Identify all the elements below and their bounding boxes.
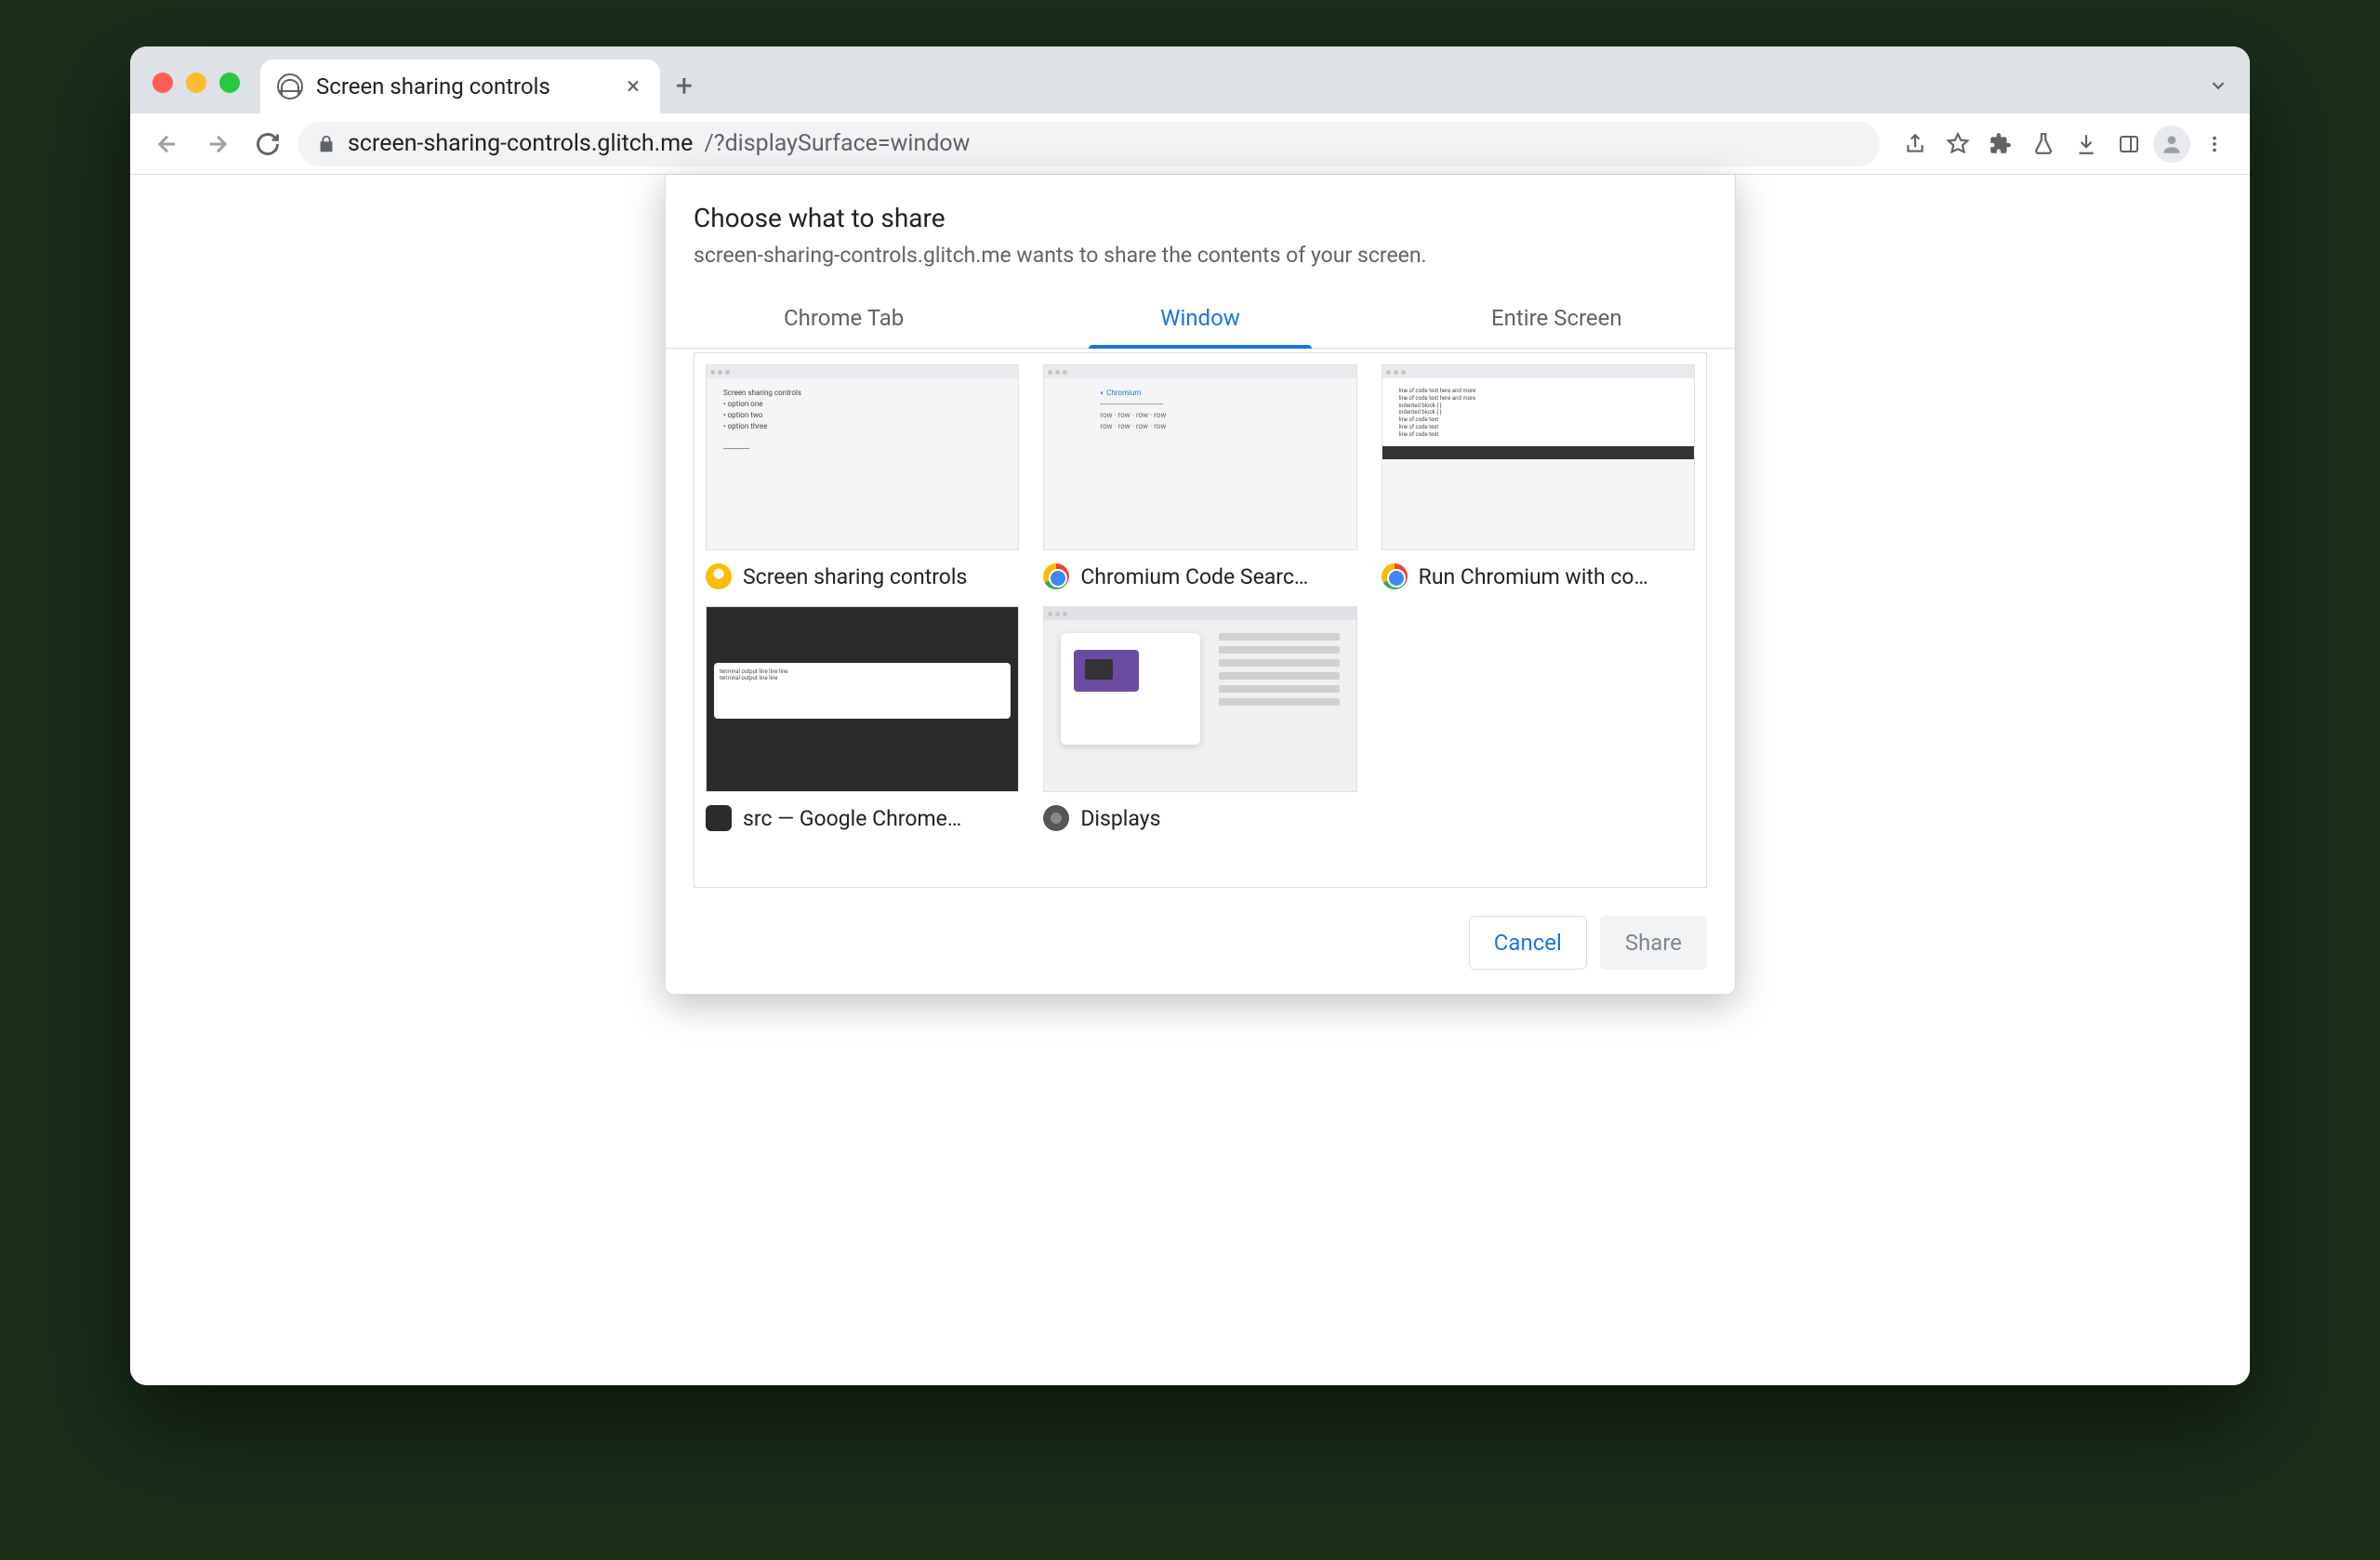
close-window-button[interactable] <box>152 73 173 93</box>
page-content: Choose what to share screen-sharing-cont… <box>130 175 2250 1385</box>
tab-entire-screen[interactable]: Entire Screen <box>1379 288 1735 348</box>
screen-share-dialog: Choose what to share screen-sharing-cont… <box>665 175 1736 995</box>
window-option[interactable]: ◐ Chromium────────────row · row · row · … <box>1043 364 1356 589</box>
tab-strip: Screen sharing controls × + <box>130 46 2250 113</box>
profile-avatar[interactable] <box>2153 126 2190 163</box>
window-option[interactable]: Displays <box>1043 606 1356 831</box>
window-grid: Screen sharing controls• option one• opt… <box>694 352 1707 888</box>
kebab-menu-icon[interactable] <box>2196 126 2233 163</box>
dialog-title: Choose what to share <box>666 203 1735 243</box>
forward-button[interactable] <box>197 124 238 165</box>
globe-icon <box>277 73 303 99</box>
window-thumbnail: line of code text here and moreline of c… <box>1382 364 1695 550</box>
maximize-window-button[interactable] <box>219 73 240 93</box>
window-option-label: Screen sharing controls <box>743 564 967 589</box>
chrome-icon <box>1043 563 1069 589</box>
window-thumbnail: terminal output line line lineterminal o… <box>706 606 1019 792</box>
window-option-label: Chromium Code Searc… <box>1080 564 1308 589</box>
tab-search-icon[interactable] <box>2200 67 2237 104</box>
lock-icon <box>316 134 337 154</box>
share-icon[interactable] <box>1897 126 1934 163</box>
window-thumbnail: Screen sharing controls• option one• opt… <box>706 364 1019 550</box>
minimize-window-button[interactable] <box>186 73 206 93</box>
tab-title: Screen sharing controls <box>316 73 610 99</box>
window-option-label: Displays <box>1080 806 1160 831</box>
canary-icon <box>706 563 732 589</box>
dialog-buttons: Cancel Share <box>666 888 1735 970</box>
close-tab-icon[interactable]: × <box>623 69 643 104</box>
new-tab-button[interactable]: + <box>664 65 705 106</box>
back-button[interactable] <box>147 124 188 165</box>
window-controls <box>143 73 257 113</box>
tab-window[interactable]: Window <box>1022 288 1378 348</box>
cancel-button[interactable]: Cancel <box>1469 916 1587 970</box>
chrome-icon <box>1382 563 1408 589</box>
url-path: /?displaySurface=window <box>704 130 970 157</box>
url-host: screen-sharing-controls.glitch.me <box>348 130 693 157</box>
reload-button[interactable] <box>247 124 288 165</box>
downloads-icon[interactable] <box>2068 126 2105 163</box>
terminal-icon <box>706 805 732 831</box>
labs-icon[interactable] <box>2025 126 2062 163</box>
extensions-icon[interactable] <box>1982 126 2019 163</box>
window-thumbnail <box>1043 606 1356 792</box>
window-thumbnail: ◐ Chromium────────────row · row · row · … <box>1043 364 1356 550</box>
window-option[interactable]: Screen sharing controls• option one• opt… <box>706 364 1019 589</box>
dialog-tabs: Chrome Tab Window Entire Screen <box>666 288 1735 349</box>
browser-window: Screen sharing controls × + screen-shari… <box>130 46 2250 1385</box>
share-button[interactable]: Share <box>1600 916 1707 970</box>
window-option[interactable]: terminal output line line lineterminal o… <box>706 606 1019 831</box>
address-bar[interactable]: screen-sharing-controls.glitch.me /?displ… <box>298 122 1880 166</box>
side-panel-icon[interactable] <box>2110 126 2148 163</box>
settings-icon <box>1043 805 1069 831</box>
window-option-label: Run Chromium with co… <box>1419 564 1648 589</box>
toolbar: screen-sharing-controls.glitch.me /?displ… <box>130 113 2250 175</box>
window-option[interactable]: line of code text here and moreline of c… <box>1382 364 1695 589</box>
bookmark-icon[interactable] <box>1939 126 1977 163</box>
tab-chrome-tab[interactable]: Chrome Tab <box>666 288 1022 348</box>
browser-tab[interactable]: Screen sharing controls × <box>260 59 660 113</box>
window-option-label: src — Google Chrome… <box>743 806 961 831</box>
dialog-subtitle: screen-sharing-controls.glitch.me wants … <box>666 243 1735 288</box>
toolbar-actions <box>1889 126 2233 163</box>
